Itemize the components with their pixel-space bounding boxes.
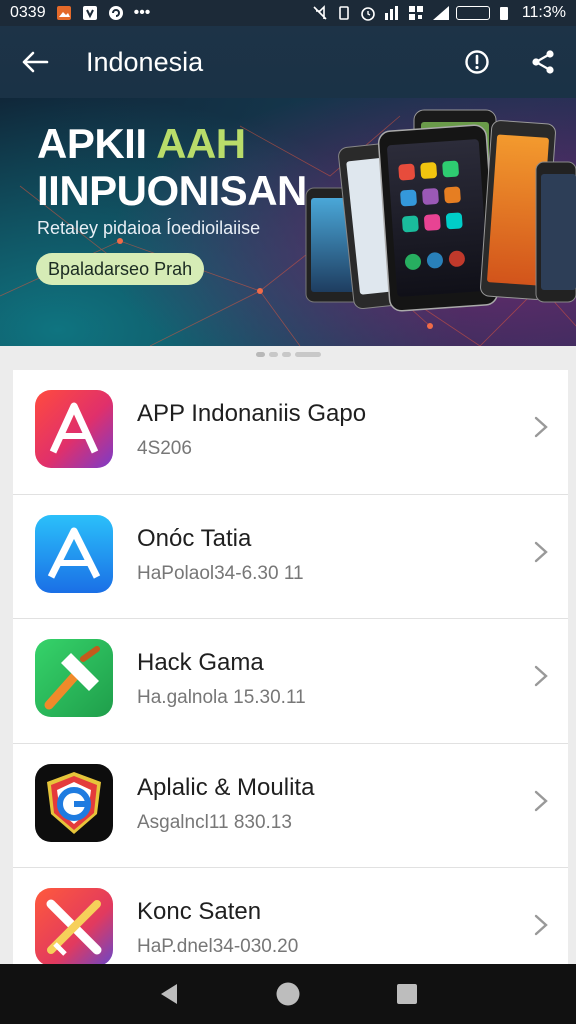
status-clock: 11:3% [521,4,566,21]
indicator-dot[interactable] [255,352,265,357]
banner-title-accent: AAH [156,120,246,167]
signal-icon [432,5,449,21]
app-meta: HaP.dnel34-030.20 [137,936,299,957]
app-meta: Asgalncl11 830.13 [137,811,292,833]
chevron-right-icon [534,790,548,811]
cross-tools-icon [35,888,113,964]
info-icon [465,50,489,74]
data-icon [384,5,400,21]
phones-illustration [305,109,576,312]
list-item[interactable]: Hack Gama Ha.galnola 15.30.11 [13,619,568,744]
banner-title-line1: APKII [37,120,157,167]
battery-badge-icon [455,6,490,20]
list-item[interactable]: Onóc Tatia HaPolaol34-6.30 11 [13,495,568,619]
nav-recents-button[interactable] [387,974,427,1014]
arrow-left-icon [22,51,49,73]
gallery-notification-icon [56,5,72,21]
battery-icon [498,5,514,21]
indicator-dot[interactable] [281,352,291,357]
share-button[interactable] [510,26,576,98]
blue-a-icon [35,514,113,593]
app-name: Konc Saten [137,898,262,925]
app-list: APP Indonaniis Gapo 4S206 Onóc Tatia HaP… [13,370,568,964]
indicator-dot[interactable] [268,352,278,357]
vibrate-icon [336,5,352,21]
shield-g-icon [35,763,113,842]
chevron-right-icon [534,665,548,687]
banner-subtitle: Retaley pidaioa Íoedioilaiise [37,218,261,238]
chevron-right-icon [534,416,548,438]
more-notifications-icon: ••• [133,4,151,21]
page-title: Indonesia [86,46,204,77]
square-recents-icon [396,984,417,1004]
list-item[interactable]: Konc Saten HaP.dnel34-030.20 [13,868,568,964]
triangle-back-icon [161,984,178,1004]
sync-notification-icon [108,5,124,21]
info-button[interactable] [444,26,510,98]
back-button[interactable] [0,26,70,98]
chevron-right-icon [534,914,548,936]
red-a-icon [35,390,113,468]
alarm-icon [360,5,376,21]
share-icon [532,50,554,74]
nav-home-button[interactable] [268,974,308,1014]
chevron-right-icon [534,541,548,562]
app-meta: 4S206 [137,438,192,459]
nav-back-button[interactable] [149,974,189,1014]
mute-icon [312,5,328,21]
banner-title: APKII AAH IINPUONISAN [37,120,307,214]
list-item[interactable]: APP Indonaniis Gapo 4S206 [13,370,568,495]
status-bar: 0339 ••• 11:3% [0,0,576,26]
qr-icon [408,5,424,21]
app-name: Aplalic & Moulita [137,773,315,801]
banner-title-line2: IINPUONISAN [37,167,307,214]
status-time: 0339 [10,4,46,21]
app-name: Onóc Tatia [137,524,252,552]
banner-cta-button[interactable]: Bpaladarseo Prah [36,253,205,285]
system-nav-bar [0,964,576,1024]
list-item[interactable]: Aplalic & Moulita Asgalncl11 830.13 [13,744,568,868]
carousel-indicator [0,352,576,357]
circle-home-icon [276,982,300,1006]
app-name: APP Indonaniis Gapo [137,400,367,427]
hammer-icon [35,639,113,717]
shield-notification-icon [82,5,98,21]
app-meta: Ha.galnola 15.30.11 [137,687,306,708]
app-name: Hack Gama [137,649,264,676]
app-bar: Indonesia [0,26,576,98]
indicator-dot[interactable] [294,352,321,357]
app-meta: HaPolaol34-6.30 11 [137,562,304,584]
